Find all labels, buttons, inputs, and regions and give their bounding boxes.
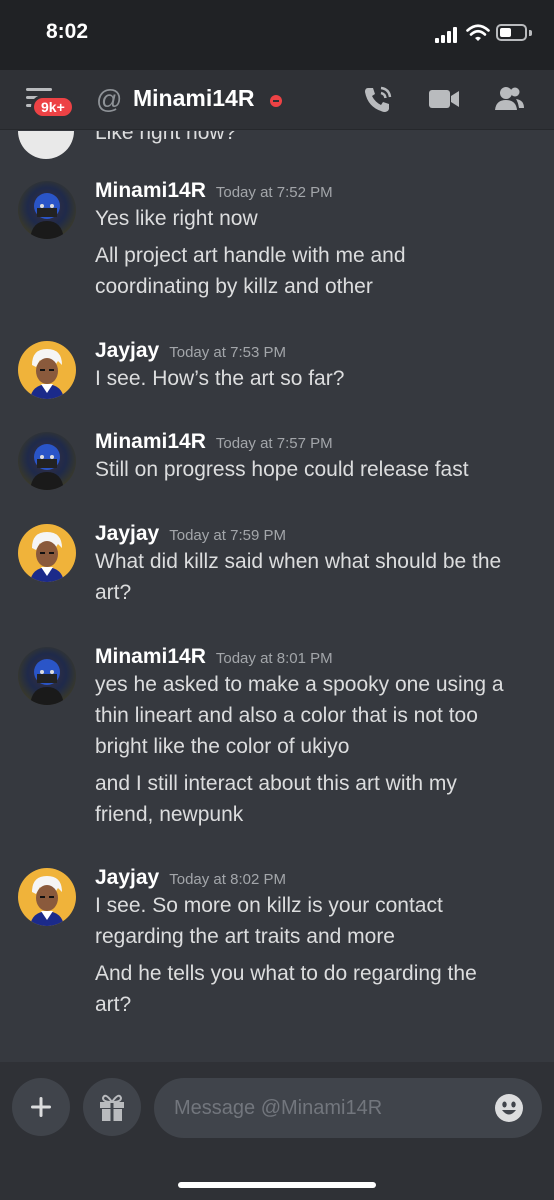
battery-icon xyxy=(496,24,527,41)
home-indicator[interactable] xyxy=(178,1182,376,1188)
avatar-jayjay[interactable] xyxy=(18,524,76,582)
message-text: All project art handle with me and xyxy=(95,244,406,267)
message-text: art? xyxy=(95,581,132,604)
gift-button[interactable] xyxy=(83,1078,141,1136)
plus-icon xyxy=(31,1097,51,1117)
message-input-box[interactable] xyxy=(154,1078,542,1138)
add-attachment-button[interactable] xyxy=(12,1078,70,1136)
message-author[interactable]: Minami14R xyxy=(95,430,206,453)
message-text: bright like the color of ukiyo xyxy=(95,735,350,758)
avatar-minami[interactable] xyxy=(18,432,76,490)
message-author[interactable]: Jayjay xyxy=(95,339,159,362)
message-input[interactable] xyxy=(174,1078,474,1138)
avatar-jayjay[interactable] xyxy=(18,868,76,926)
emoji-icon[interactable] xyxy=(494,1093,524,1123)
status-time: 8:02 xyxy=(46,20,89,43)
gift-icon xyxy=(100,1094,124,1121)
message-author[interactable]: Minami14R xyxy=(95,645,206,668)
avatar-jayjay[interactable] xyxy=(18,131,74,159)
notification-badge: 9k+ xyxy=(31,95,75,119)
message-text: art? xyxy=(95,993,132,1016)
message-timestamp: Today at 7:59 PM xyxy=(169,527,286,544)
message-text: And he tells you what to do regarding th… xyxy=(95,962,477,985)
message-list[interactable]: Like right now? Minami14R Today at 7:52 P… xyxy=(0,131,554,1061)
message-timestamp: Today at 8:02 PM xyxy=(169,871,286,888)
message-text: coordinating by killz and other xyxy=(95,275,373,298)
wifi-icon xyxy=(466,24,490,41)
at-icon: @ xyxy=(96,84,123,114)
message-timestamp: Today at 7:52 PM xyxy=(215,184,333,201)
members-icon[interactable] xyxy=(493,84,525,114)
message-composer xyxy=(0,1062,554,1200)
message-author[interactable]: Minami14R xyxy=(95,179,206,202)
video-icon[interactable] xyxy=(428,84,460,114)
message-text: What did killz said when what should be … xyxy=(95,550,502,573)
message-timestamp: Today at 7:57 PM xyxy=(215,435,333,452)
message-author[interactable]: Jayjay xyxy=(95,866,159,889)
message-text: I see. How’s the art so far? xyxy=(95,367,345,390)
message-text: friend, newpunk xyxy=(95,803,244,826)
avatar-minami[interactable] xyxy=(18,181,76,239)
message-text: yes he asked to make a spooky one using … xyxy=(95,673,504,696)
avatar-minami[interactable] xyxy=(18,647,76,705)
signal-icon xyxy=(435,27,459,43)
call-icon[interactable] xyxy=(362,84,394,114)
channel-title[interactable]: Minami14R xyxy=(133,85,254,112)
message-author[interactable]: Jayjay xyxy=(95,522,159,545)
message-timestamp: Today at 8:01 PM xyxy=(215,650,333,667)
channel-header: 9k+ @ Minami14R xyxy=(0,70,554,130)
avatar-jayjay[interactable] xyxy=(18,341,76,399)
message-text: I see. So more on killz is your contact xyxy=(95,894,443,917)
battery-tip xyxy=(529,30,532,36)
dnd-status-icon xyxy=(270,95,282,107)
message-timestamp: Today at 7:53 PM xyxy=(169,344,286,361)
message-text: Still on progress hope could release fas… xyxy=(95,458,469,481)
message-text: regarding the art traits and more xyxy=(95,925,395,948)
status-bar: 8:02 xyxy=(0,0,554,70)
message-text: Yes like right now xyxy=(95,207,258,230)
message-text: and I still interact about this art with… xyxy=(95,772,457,795)
message-text: Like right now? xyxy=(95,131,237,144)
message-text: thin lineart and also a color that is no… xyxy=(95,704,478,727)
